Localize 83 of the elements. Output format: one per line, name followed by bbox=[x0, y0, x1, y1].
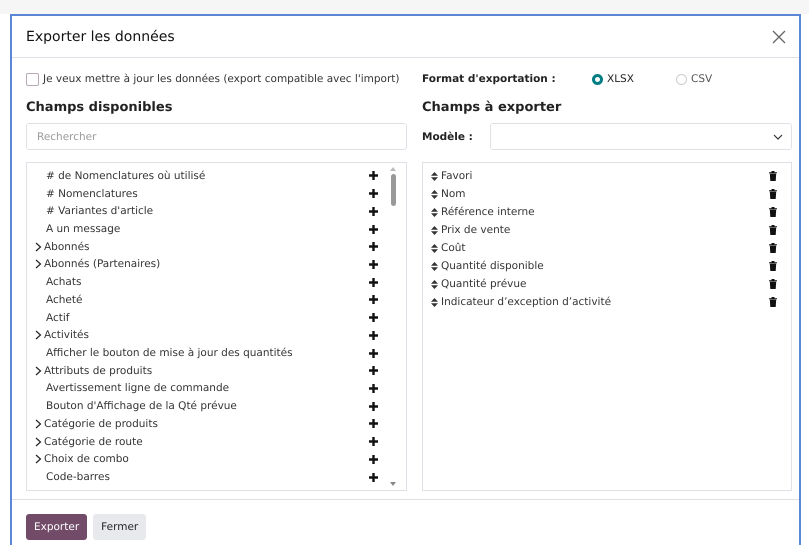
plus-icon[interactable] bbox=[369, 224, 378, 234]
plus-icon[interactable] bbox=[369, 171, 378, 180]
trash-icon[interactable] bbox=[769, 297, 777, 307]
field-item[interactable]: Acheté bbox=[35, 294, 369, 306]
trash-icon[interactable] bbox=[769, 261, 777, 271]
sort-handle-icon[interactable] bbox=[431, 298, 438, 306]
field-item[interactable]: Catégorie de produits bbox=[35, 418, 369, 430]
trash-icon[interactable] bbox=[769, 189, 777, 199]
field-item[interactable]: # Nomenclatures bbox=[35, 188, 369, 200]
plus-icon[interactable] bbox=[369, 454, 378, 464]
field-item[interactable]: Abonnés (Partenaires) bbox=[35, 258, 369, 270]
plus-icon[interactable] bbox=[369, 366, 378, 376]
export-field-item: Indicateur d’exception d’activité bbox=[441, 296, 612, 308]
checkbox[interactable] bbox=[26, 72, 39, 86]
sort-handle-icon[interactable] bbox=[431, 208, 438, 216]
field-item[interactable]: Bouton d'Affichage de la Qté prévue bbox=[35, 400, 369, 412]
field-item[interactable]: Abonnés bbox=[35, 240, 369, 253]
export-field-item: Favori bbox=[441, 170, 474, 182]
export-field-item: Nom bbox=[441, 188, 467, 200]
plus-icon[interactable] bbox=[369, 278, 378, 287]
close-button[interactable] bbox=[771, 28, 787, 44]
export-field-item: Coût bbox=[441, 242, 467, 254]
chevron-down-icon bbox=[773, 134, 783, 140]
chevron-right-icon[interactable] bbox=[35, 436, 42, 447]
chevron-right-icon[interactable] bbox=[35, 454, 42, 464]
scroll-down-icon[interactable] bbox=[390, 482, 396, 486]
section-heading: Champs disponibles bbox=[26, 100, 174, 115]
plus-icon[interactable] bbox=[369, 348, 378, 358]
trash-icon[interactable] bbox=[769, 171, 777, 181]
plus-icon[interactable] bbox=[369, 472, 378, 482]
export-field-item: Prix de vente bbox=[441, 224, 512, 236]
plus-icon[interactable] bbox=[369, 260, 378, 269]
plus-icon[interactable] bbox=[369, 437, 378, 446]
format-radio[interactable]: CSV bbox=[676, 73, 756, 85]
trash-icon[interactable] bbox=[769, 225, 777, 235]
sort-handle-icon[interactable] bbox=[431, 280, 438, 288]
field-item[interactable]: # de Nomenclatures où utilisé bbox=[35, 170, 369, 182]
sort-handle-icon[interactable] bbox=[431, 190, 438, 198]
field-item[interactable]: Avertissement ligne de commande bbox=[35, 382, 369, 394]
close-dialog-button[interactable]: Fermer bbox=[93, 514, 146, 540]
scrollbar[interactable] bbox=[388, 167, 398, 486]
search-field[interactable]: Rechercher bbox=[26, 123, 407, 150]
field-item[interactable]: Afficher le bouton de mise à jour des quantités bbox=[35, 347, 369, 360]
field-item[interactable]: A un message bbox=[35, 223, 369, 236]
export-field-item: Référence interne bbox=[441, 206, 536, 218]
trash-icon[interactable] bbox=[769, 207, 777, 217]
format-radio[interactable]: XLSX bbox=[592, 73, 672, 85]
sort-handle-icon[interactable] bbox=[431, 244, 438, 252]
model-label: Modèle : bbox=[422, 130, 474, 142]
dialog-title: Exporter les données bbox=[26, 28, 175, 44]
export-field-item: Quantité prévue bbox=[441, 278, 528, 290]
plus-icon[interactable] bbox=[369, 189, 378, 198]
plus-icon[interactable] bbox=[369, 242, 378, 252]
field-item[interactable]: Catégorie de route bbox=[35, 436, 369, 448]
field-item[interactable]: # Variantes d'article bbox=[35, 205, 369, 218]
field-item[interactable]: Attributs de produits bbox=[35, 364, 369, 377]
plus-icon[interactable] bbox=[369, 295, 378, 304]
field-item[interactable]: Activités bbox=[35, 329, 369, 342]
sort-handle-icon[interactable] bbox=[431, 226, 438, 234]
checkbox-label: Je veux mettre à jour les données (export compatible avec l'import) bbox=[43, 73, 400, 85]
sort-handle-icon[interactable] bbox=[431, 262, 438, 270]
plus-icon[interactable] bbox=[369, 402, 378, 411]
chevron-right-icon[interactable] bbox=[35, 418, 42, 429]
trash-icon[interactable] bbox=[769, 243, 777, 253]
chevron-right-icon[interactable] bbox=[35, 366, 42, 376]
plus-icon[interactable] bbox=[369, 384, 378, 393]
plus-icon[interactable] bbox=[369, 313, 378, 322]
field-item[interactable]: Code-barres bbox=[35, 471, 369, 484]
chevron-right-icon[interactable] bbox=[35, 242, 42, 252]
plus-icon[interactable] bbox=[369, 206, 378, 216]
plus-icon[interactable] bbox=[369, 419, 378, 428]
plus-icon[interactable] bbox=[369, 330, 378, 340]
chevron-right-icon[interactable] bbox=[35, 259, 42, 270]
export-field-item: Quantité disponible bbox=[441, 260, 545, 272]
format-label: Format d'exportation : bbox=[422, 73, 557, 85]
sort-handle-icon[interactable] bbox=[431, 172, 438, 180]
export-button[interactable]: Exporter bbox=[26, 514, 88, 540]
chevron-right-icon[interactable] bbox=[35, 330, 42, 340]
trash-icon[interactable] bbox=[769, 279, 777, 289]
field-item[interactable]: Achats bbox=[35, 276, 369, 288]
section-heading: Champs à exporter bbox=[422, 100, 562, 115]
field-item[interactable]: Choix de combo bbox=[35, 453, 369, 466]
field-item[interactable]: Actif bbox=[35, 312, 369, 324]
